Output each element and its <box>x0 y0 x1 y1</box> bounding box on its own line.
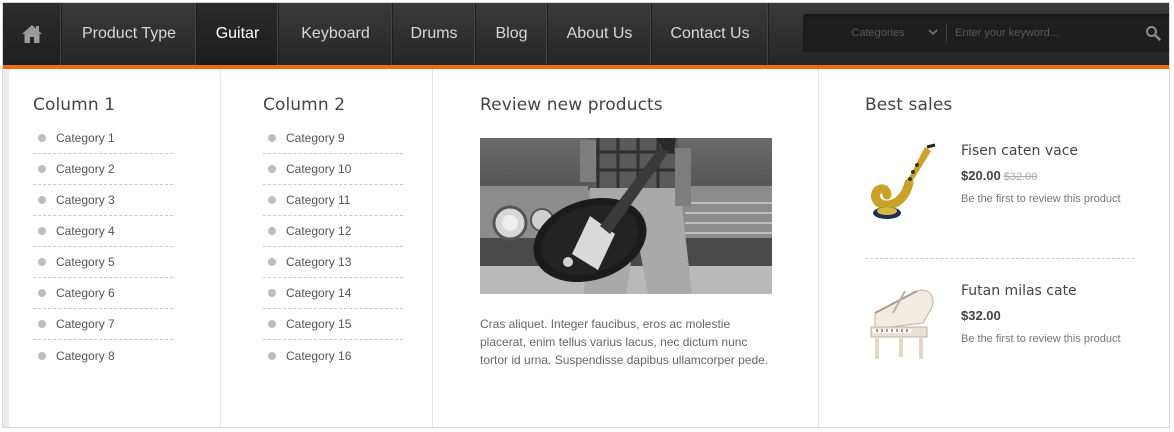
bullet-icon <box>38 289 46 297</box>
list-item-label: Category 6 <box>56 286 115 300</box>
list-item-label: Category 1 <box>56 131 115 145</box>
bullet-icon <box>38 227 46 235</box>
bullet-icon <box>268 196 276 204</box>
list-item-label: Category 2 <box>56 162 115 176</box>
search-input[interactable] <box>955 22 1135 44</box>
list-item-label: Category 16 <box>286 348 352 363</box>
list-item[interactable]: Category 1 <box>33 123 173 154</box>
category-select-label: Categories <box>851 27 905 39</box>
bullet-icon <box>268 134 276 142</box>
best-sales-title: Best sales <box>865 95 953 115</box>
nav-about-us[interactable]: About Us <box>548 3 652 65</box>
list-item[interactable]: Category 6 <box>33 278 173 309</box>
nav-product-type[interactable]: Product Type <box>62 3 197 65</box>
dropdown-panel: Column 1 Category 1 Category 2 Category … <box>3 69 1169 427</box>
review-link[interactable]: Be the first to review this product <box>961 333 1121 345</box>
bullet-icon <box>268 227 276 235</box>
list-item[interactable]: Category 11 <box>263 185 403 216</box>
list-item[interactable]: Category 12 <box>263 216 403 247</box>
product-old-price: $32.00 <box>1003 171 1038 183</box>
product-special-price: $20.00 <box>961 168 1001 183</box>
bullet-icon <box>268 165 276 173</box>
review-link[interactable]: Be the first to review this product <box>961 193 1121 205</box>
list-item-label: Category 11 <box>286 193 351 207</box>
nav-blog[interactable]: Blog <box>476 3 548 65</box>
column-2-title: Column 2 <box>263 95 346 115</box>
grand-piano-image <box>870 289 934 359</box>
bullet-icon <box>38 134 46 142</box>
list-item[interactable]: Category 15 <box>263 309 403 340</box>
column-divider <box>432 69 433 427</box>
list-item-label: Category 10 <box>286 162 352 176</box>
nav-contact-us[interactable]: Contact Us <box>652 3 769 65</box>
search-divider <box>946 24 947 42</box>
column-1-title: Column 1 <box>33 95 116 115</box>
list-item-label: Category 12 <box>286 224 352 238</box>
home-icon <box>22 25 42 43</box>
bullet-icon <box>38 165 46 173</box>
search-bar: Categories <box>803 14 1169 52</box>
list-item[interactable]: Category 13 <box>263 247 403 278</box>
list-item-label: Category 3 <box>56 193 115 207</box>
review-product-image[interactable] <box>480 138 772 294</box>
list-item-label: Category 4 <box>56 224 115 238</box>
list-item-label: Category 14 <box>286 286 352 300</box>
review-title: Review new products <box>480 95 663 115</box>
nav-keyboard[interactable]: Keyboard <box>279 3 393 65</box>
product-thumbnail[interactable] <box>865 143 945 223</box>
list-item[interactable]: Category 2 <box>33 154 173 185</box>
bullet-icon <box>38 320 46 328</box>
nav-guitar[interactable]: Guitar <box>197 3 279 65</box>
list-item-label: Category 9 <box>286 131 345 145</box>
bullet-icon <box>268 320 276 328</box>
product-card: Fisen caten vace $20.00 $32.00 Be the fir… <box>865 143 1135 233</box>
bullet-icon <box>38 351 46 360</box>
chevron-down-icon <box>928 29 938 36</box>
product-price: $20.00 $32.00 <box>961 168 1037 183</box>
bullet-icon <box>268 258 276 266</box>
column-1-list: Category 1 Category 2 Category 3 Categor… <box>33 123 173 371</box>
bullet-icon <box>268 351 276 360</box>
category-select[interactable]: Categories <box>813 14 943 52</box>
bullet-icon <box>38 196 46 204</box>
column-divider <box>220 69 221 427</box>
mega-menu-frame: Product Type Guitar Keyboard Drums Blog … <box>2 2 1170 428</box>
list-item-label: Category 8 <box>56 348 115 363</box>
list-item-label: Category 7 <box>56 317 115 331</box>
search-icon[interactable] <box>1145 25 1161 41</box>
list-item[interactable]: Category 4 <box>33 216 173 247</box>
list-item[interactable]: Category 3 <box>33 185 173 216</box>
column-divider <box>818 69 819 427</box>
list-item-label: Category 15 <box>286 317 352 331</box>
list-item[interactable]: Category 14 <box>263 278 403 309</box>
home-button[interactable] <box>3 3 62 65</box>
product-divider <box>865 258 1135 259</box>
product-name[interactable]: Fisen caten vace <box>961 143 1078 159</box>
list-item-label: Category 13 <box>286 255 352 269</box>
product-special-price: $32.00 <box>961 308 1001 323</box>
list-item[interactable]: Category 10 <box>263 154 403 185</box>
nav-drums[interactable]: Drums <box>393 3 476 65</box>
bullet-icon <box>268 289 276 297</box>
product-card: Futan milas cate $32.00 Be the first to … <box>865 283 1135 373</box>
column-2-list: Category 9 Category 10 Category 11 Categ… <box>263 123 403 371</box>
list-item[interactable]: Category 8 <box>33 340 173 371</box>
main-navbar: Product Type Guitar Keyboard Drums Blog … <box>3 3 1169 65</box>
list-item[interactable]: Category 7 <box>33 309 173 340</box>
list-item[interactable]: Category 5 <box>33 247 173 278</box>
product-thumbnail[interactable] <box>865 283 945 363</box>
guitarist-photo <box>480 138 772 294</box>
saxophone-image <box>871 143 936 219</box>
list-item[interactable]: Category 16 <box>263 340 403 371</box>
product-price: $32.00 <box>961 308 1001 323</box>
panel-left-border <box>3 69 9 427</box>
bullet-icon <box>38 258 46 266</box>
product-name[interactable]: Futan milas cate <box>961 283 1077 299</box>
list-item-label: Category 5 <box>56 255 115 269</box>
list-item[interactable]: Category 9 <box>263 123 403 154</box>
review-description: Cras aliquet. Integer faucibus, eros ac … <box>480 317 769 367</box>
